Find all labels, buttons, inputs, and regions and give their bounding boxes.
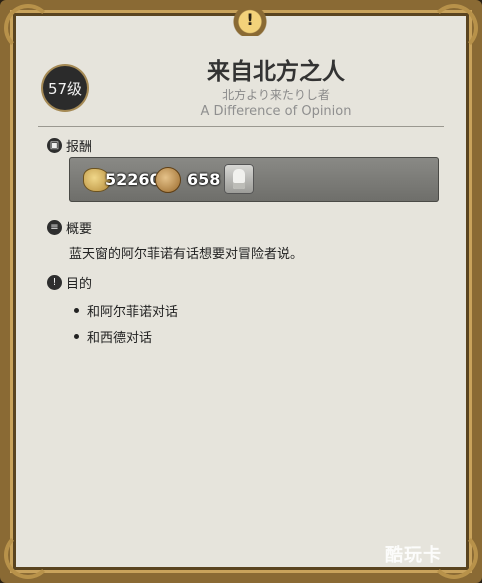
gil-amount: 52260 — [105, 170, 161, 189]
armor-icon — [233, 169, 245, 189]
objective-item: 和西德对话 — [74, 327, 152, 346]
seal-icon — [155, 166, 181, 193]
objective-heading-label: 目的 — [66, 277, 93, 292]
quest-subtitle-jp: 北方より来たりし者 — [222, 88, 330, 102]
quest-title: 来自北方之人 — [207, 59, 345, 85]
reward-item-slot[interactable] — [224, 164, 254, 194]
watermark: 酷玩卡 — [385, 545, 442, 566]
corner-ornament — [430, 4, 478, 52]
reward-panel: 52260 658 — [69, 157, 439, 202]
reward-heading: ▣ 报酬 — [47, 136, 92, 155]
corner-ornament — [4, 4, 52, 52]
level-badge: 57级 — [43, 66, 87, 110]
reward-gil[interactable]: 52260 — [83, 157, 161, 202]
objective-heading: ! 目的 — [47, 273, 92, 292]
quest-window: ! 57级 来自北方之人 北方より来たりし者 A Difference of O… — [0, 0, 482, 583]
reward-heading-label: 报酬 — [66, 140, 93, 155]
chest-icon: ▣ — [47, 138, 62, 153]
objective-text: 和西德对话 — [87, 331, 153, 346]
quest-subtitle-en: A Difference of Opinion — [200, 104, 352, 119]
summary-heading-label: 概要 — [66, 222, 93, 237]
summary-heading: ≡ 概要 — [47, 218, 92, 237]
seal-amount: 658 — [187, 170, 221, 189]
summary-text: 蓝天窗的阿尔菲诺有话想要对冒险者说。 — [69, 247, 304, 262]
book-icon: ≡ — [47, 220, 62, 235]
objective-item: 和阿尔菲诺对话 — [74, 301, 178, 320]
exclamation-icon: ! — [47, 275, 62, 290]
objective-text: 和阿尔菲诺对话 — [87, 305, 179, 320]
divider — [38, 126, 444, 127]
bullet — [74, 308, 79, 313]
reward-seals[interactable]: 658 — [155, 157, 220, 202]
bullet — [74, 334, 79, 339]
exclamation-icon: ! — [230, 4, 270, 36]
corner-ornament — [4, 531, 52, 579]
